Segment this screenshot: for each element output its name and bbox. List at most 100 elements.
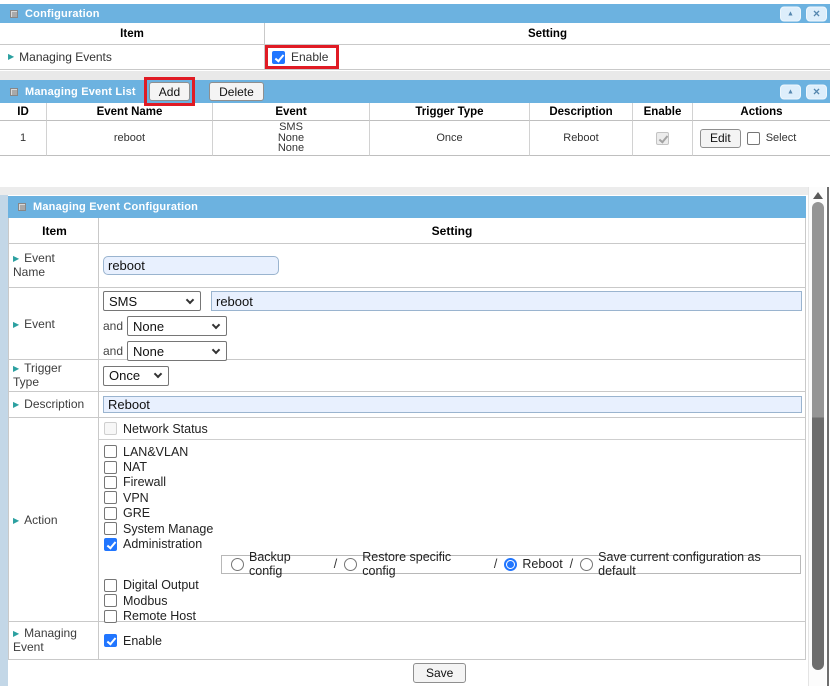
radio-item: Backup config xyxy=(231,550,327,578)
radio-separator: / xyxy=(494,557,497,571)
configuration-panel: Configuration ▲ × Item Setting ▶ Managin… xyxy=(0,4,830,70)
chevron-down-icon xyxy=(212,320,220,328)
enable-label: Enable xyxy=(291,50,328,64)
row-bullet-icon: ▶ xyxy=(13,320,19,329)
vpn-checkbox[interactable] xyxy=(104,491,117,504)
event-condition-2-select[interactable]: None xyxy=(127,316,227,336)
collapse-button[interactable]: ▲ xyxy=(780,84,801,99)
digital-output-checkbox[interactable] xyxy=(104,579,117,592)
managing-events-enable-checkbox[interactable] xyxy=(272,51,285,64)
administration-label: Administration xyxy=(123,537,202,551)
event-condition-line-1: SMS xyxy=(103,291,805,311)
vertical-scrollbar xyxy=(808,187,826,686)
window-buttons: ▲ × xyxy=(780,6,827,21)
network-status-label: Network Status xyxy=(123,422,208,436)
event-condition-line-2: and None xyxy=(103,316,805,336)
administration-options-box: Backup config / Restore specific config … xyxy=(221,555,801,574)
modbus-checkbox[interactable] xyxy=(104,594,117,607)
administration-checkbox[interactable] xyxy=(104,538,117,551)
system-manage-label: System Manage xyxy=(123,522,213,536)
close-icon: × xyxy=(813,86,820,98)
row-enable-cell xyxy=(633,121,693,156)
event-setting-cell: SMS and None xyxy=(99,288,805,361)
save-button[interactable]: Save xyxy=(413,663,466,683)
select-label: Select xyxy=(766,132,797,144)
panel-top-strip xyxy=(0,187,808,195)
event-condition-3-select[interactable]: None xyxy=(127,341,227,361)
scrollbar-thumb[interactable] xyxy=(812,202,824,670)
action-option-row: LAN&VLAN xyxy=(99,444,805,459)
gre-checkbox[interactable] xyxy=(104,507,117,520)
event-name-label-line1: Event xyxy=(24,251,55,265)
action-row: ▶Action Network Status LAN&VLAN xyxy=(9,418,805,622)
trigger-type-label-line1: Trigger xyxy=(24,361,62,375)
event-name-label-cell: ▶Event Name xyxy=(9,244,99,287)
event-name-setting-cell xyxy=(99,244,805,287)
vpn-label: VPN xyxy=(123,491,149,505)
radio-separator: / xyxy=(570,557,573,571)
add-button[interactable]: Add xyxy=(149,82,190,101)
save-row: Save xyxy=(8,660,806,686)
action-option-row: Modbus xyxy=(99,593,805,608)
description-input[interactable] xyxy=(103,396,802,413)
managing-event-enable-checkbox[interactable] xyxy=(104,634,117,647)
event-configuration-inner: Managing Event Configuration Item Settin… xyxy=(8,196,806,686)
close-button[interactable]: × xyxy=(806,6,827,21)
save-default-config-label: Save current configuration as default xyxy=(598,550,800,578)
window-buttons: ▲ × xyxy=(780,84,827,99)
col-id: ID xyxy=(0,103,47,121)
row-event-conditions: SMS None None xyxy=(213,121,370,156)
trigger-type-select[interactable]: Once xyxy=(103,366,169,386)
reboot-radio[interactable] xyxy=(504,558,517,571)
event-value-input[interactable] xyxy=(211,291,802,311)
panel-bullet-icon xyxy=(18,203,26,211)
row-id: 1 xyxy=(0,121,47,156)
action-option-row: GRE xyxy=(99,506,805,521)
collapse-icon: ▲ xyxy=(787,88,794,95)
modbus-label: Modbus xyxy=(123,594,167,608)
row-bullet-icon: ▶ xyxy=(13,400,19,409)
collapse-button[interactable]: ▲ xyxy=(780,6,801,21)
event-type-select[interactable]: SMS xyxy=(103,291,201,311)
firewall-checkbox[interactable] xyxy=(104,476,117,489)
close-button[interactable]: × xyxy=(806,84,827,99)
event-condition-3-selected: None xyxy=(133,344,164,359)
add-highlight-annotation: Add xyxy=(144,77,195,106)
event-condition-2-selected: None xyxy=(133,319,164,334)
restore-specific-config-label: Restore specific config xyxy=(362,550,487,578)
delete-button[interactable]: Delete xyxy=(209,82,264,101)
column-header-setting: Setting xyxy=(265,23,830,45)
restore-specific-config-radio[interactable] xyxy=(344,558,357,571)
panel-bullet-icon xyxy=(10,10,18,18)
select-checkbox[interactable] xyxy=(747,132,760,145)
event-label-cell: ▶Event xyxy=(9,288,99,361)
event-condition-line-3: and None xyxy=(103,341,805,361)
managing-events-label: Managing Events xyxy=(19,50,112,64)
action-option-row: Digital Output xyxy=(99,578,805,593)
nat-checkbox[interactable] xyxy=(104,461,117,474)
managing-event-label-line2: Event xyxy=(13,641,77,654)
action-setting-cell: Network Status LAN&VLAN NAT Firewa xyxy=(99,418,805,624)
scrollbar-up-arrow-icon[interactable] xyxy=(813,192,823,199)
table-header-row: Item Setting xyxy=(9,218,805,244)
radio-item: Reboot xyxy=(504,557,562,571)
lan-vlan-checkbox[interactable] xyxy=(104,445,117,458)
digital-output-label: Digital Output xyxy=(123,578,199,592)
managing-event-configuration-panel: Managing Event Configuration Item Settin… xyxy=(0,187,830,686)
radio-item: Save current configuration as default xyxy=(580,550,800,578)
left-gutter xyxy=(0,195,8,686)
reboot-label: Reboot xyxy=(522,557,562,571)
event-name-input[interactable] xyxy=(103,256,279,275)
row-bullet-icon: ▶ xyxy=(13,364,19,373)
panel-separator xyxy=(0,71,830,80)
remote-host-checkbox[interactable] xyxy=(104,610,117,623)
row-bullet-icon: ▶ xyxy=(13,516,19,525)
action-option-row: NAT xyxy=(99,459,805,474)
save-default-config-radio[interactable] xyxy=(580,558,593,571)
edit-button[interactable]: Edit xyxy=(700,129,741,148)
backup-config-radio[interactable] xyxy=(231,558,244,571)
action-option-row: System Manage xyxy=(99,521,805,536)
description-row: ▶Description xyxy=(9,392,805,418)
system-manage-checkbox[interactable] xyxy=(104,522,117,535)
managing-event-list-panel: Managing Event List Add Delete ▲ × ID Ev… xyxy=(0,80,830,156)
